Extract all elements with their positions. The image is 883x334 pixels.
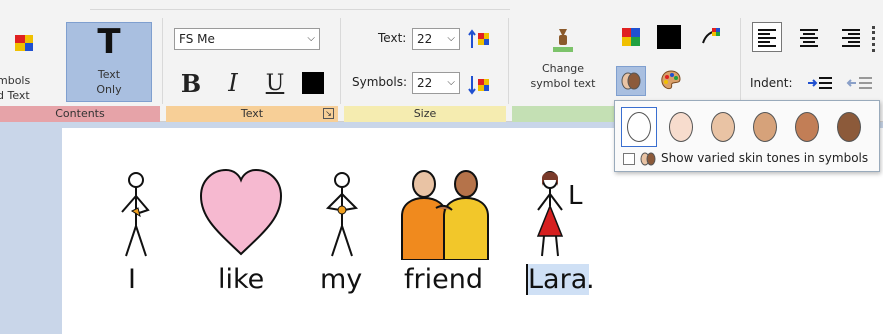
text-group-label-text: Text (240, 107, 264, 120)
text-only-label-2: Only (96, 83, 122, 96)
ribbon-tab-strip (90, 0, 510, 10)
word-my[interactable]: my (320, 264, 362, 295)
skin-tone-swatch (711, 112, 735, 142)
group-separator (740, 18, 741, 104)
decrease-symbol-size-icon[interactable] (468, 72, 492, 96)
varied-skin-tones-label: Show varied skin tones in symbols (661, 151, 869, 165)
chevron-down-icon: ⌵ (447, 77, 455, 88)
align-right-icon (842, 29, 860, 47)
change-symbol-text-button[interactable]: Change symbol text (518, 20, 608, 100)
skin-tone-icon (621, 72, 641, 90)
group-separator (340, 18, 341, 104)
text-group-label: Text ↘ (166, 106, 338, 122)
text-size-value: 22 (417, 32, 433, 46)
word-lara-selected[interactable]: Lara (526, 264, 590, 295)
bold-label: B (180, 68, 202, 98)
symbols-size-value: 22 (417, 76, 433, 90)
indent-label: Indent: (750, 76, 793, 90)
italic-label: I (228, 69, 238, 97)
word-i[interactable]: I (128, 264, 136, 295)
symbols-and-text-label-1: mbols (0, 74, 31, 87)
varied-skin-tones-checkbox[interactable] (623, 153, 635, 165)
contents-group-label: Contents (0, 106, 160, 122)
varied-skin-icon (640, 152, 656, 166)
text-only-label-1: Text (97, 68, 121, 81)
decrease-indent-icon[interactable] (846, 72, 874, 94)
skin-tone-option[interactable] (705, 107, 741, 147)
symbol-i[interactable] (112, 168, 160, 260)
align-left-icon (758, 29, 776, 47)
skin-tone-option[interactable] (663, 107, 699, 147)
bold-button[interactable]: B (176, 68, 206, 98)
font-select[interactable]: FS Me ⌵ (174, 28, 320, 50)
group-separator (508, 18, 509, 104)
skin-tone-swatch (753, 112, 777, 142)
change-symbol-text-label-2: symbol text (530, 77, 596, 90)
skin-tone-button[interactable] (616, 66, 646, 96)
increase-indent-icon[interactable] (806, 72, 834, 94)
word-friend[interactable]: friend (404, 264, 483, 295)
symbols-and-text-button[interactable]: mbols d Text (0, 22, 60, 102)
symbols-size-label: Symbols: (352, 75, 407, 89)
align-left-button[interactable] (752, 22, 782, 52)
palette-icon (661, 70, 681, 90)
skin-tone-swatch (669, 112, 693, 142)
text-size-select[interactable]: 22 ⌵ (412, 28, 460, 50)
word-period[interactable]: . (586, 264, 595, 295)
font-select-value: FS Me (179, 32, 215, 46)
text-color-swatch (302, 72, 324, 94)
align-center-button[interactable] (794, 22, 824, 52)
change-symbol-text-label-1: Change (541, 62, 585, 75)
word-like[interactable]: like (218, 264, 264, 295)
skin-tone-swatch (627, 112, 651, 142)
size-group-label: Size (344, 106, 506, 122)
text-group: FS Me ⌵ B I U Text ↘ (166, 16, 338, 122)
symbol-my[interactable] (318, 168, 366, 260)
symbol-grid-icon (622, 28, 640, 46)
symbols-and-text-label-2: d Text (0, 89, 30, 102)
align-right-button[interactable] (836, 22, 866, 52)
size-group: Text: 22 ⌵ Symbols: 22 ⌵ Size (344, 16, 506, 122)
chevron-down-icon: ⌵ (447, 33, 455, 44)
overflow-icon[interactable] (872, 26, 876, 52)
symbol-color-button[interactable] (654, 22, 684, 52)
skin-tone-option[interactable] (789, 107, 825, 147)
skin-tone-option[interactable] (621, 107, 657, 147)
skin-tone-popup: Show varied skin tones in symbols (614, 100, 880, 172)
symbol-lara[interactable]: L (528, 166, 588, 260)
symbol-style-button[interactable] (616, 22, 646, 52)
underline-button[interactable]: U (260, 68, 290, 98)
symbols-size-select[interactable]: 22 ⌵ (412, 72, 460, 94)
align-center-icon (800, 29, 818, 47)
text-only-icon: T (97, 22, 121, 62)
dialog-launcher-icon[interactable]: ↘ (323, 108, 334, 119)
color-pen-icon (702, 28, 720, 44)
group-separator (162, 18, 163, 104)
change-symbol-text-icon (553, 29, 573, 52)
symbol-like-heart[interactable] (198, 166, 284, 258)
palette-button[interactable] (656, 66, 686, 96)
skin-tone-swatch (795, 112, 819, 142)
italic-button[interactable]: I (218, 68, 248, 98)
highlight-color-button[interactable] (696, 22, 726, 52)
increase-symbol-size-icon[interactable] (468, 28, 492, 52)
text-only-button[interactable]: T Text Only (66, 22, 152, 102)
underline-label: U (265, 70, 285, 96)
symbol-color-swatch (657, 25, 681, 49)
skin-tone-option[interactable] (831, 107, 867, 147)
symbols-and-text-icon (15, 35, 33, 51)
contents-group: mbols d Text T Text Only Contents (0, 16, 160, 122)
skin-tone-option[interactable] (747, 107, 783, 147)
symbol-friend[interactable] (396, 168, 496, 260)
skin-tone-swatch (837, 112, 861, 142)
symbol-letter: L (568, 181, 583, 211)
chevron-down-icon: ⌵ (307, 33, 315, 44)
text-size-label: Text: (378, 31, 407, 45)
text-color-button[interactable] (298, 68, 328, 98)
